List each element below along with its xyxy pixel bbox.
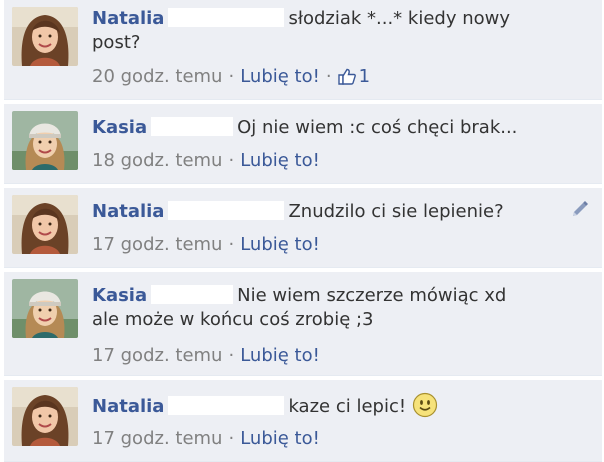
comment-body: Kasia Nie wiem szczerze mówiąc xd ale moż… <box>92 284 522 332</box>
avatar[interactable] <box>12 195 78 254</box>
comment-text: Znudzilo ci sie lepienie? <box>288 201 504 222</box>
comment-meta: 18 godz. temu · Lubię to! <box>92 150 320 172</box>
separator: · <box>228 345 235 366</box>
comment-author[interactable]: Natalia <box>92 396 164 417</box>
redacted-name <box>168 8 285 27</box>
comment-author[interactable]: Natalia <box>92 8 164 29</box>
like-link[interactable]: Lubię to! <box>240 428 320 449</box>
comment-meta: 20 godz. temu · Lubię to! · 1 <box>92 66 370 91</box>
separator: · <box>325 66 332 87</box>
comment-text: kaze ci lepic! <box>288 396 407 417</box>
comment-thread: Natalia słodziak *...* kiedy nowy post? 2… <box>0 0 604 462</box>
comment-timestamp[interactable]: 18 godz. temu <box>92 150 222 171</box>
comment-meta: 17 godz. temu · Lubię to! <box>92 428 320 450</box>
separator: · <box>228 234 235 255</box>
comment-timestamp[interactable]: 17 godz. temu <box>92 428 222 449</box>
separator: · <box>228 428 235 449</box>
thumbs-up-icon[interactable] <box>337 68 356 91</box>
avatar[interactable] <box>12 279 78 338</box>
comment-body: Kasia Oj nie wiem :c coś chęci brak... <box>92 116 562 140</box>
comment-author[interactable]: Kasia <box>92 117 147 138</box>
avatar[interactable] <box>12 111 78 170</box>
comment-timestamp[interactable]: 17 godz. temu <box>92 234 222 255</box>
smiley-emoji-icon <box>412 392 438 425</box>
like-link[interactable]: Lubię to! <box>240 345 320 366</box>
comment-body: Natalia słodziak *...* kiedy nowy post? <box>92 7 562 55</box>
redacted-name <box>168 201 285 220</box>
comment-meta: 17 godz. temu · Lubię to! <box>92 345 320 367</box>
like-link[interactable]: Lubię to! <box>240 150 320 171</box>
comment-meta: 17 godz. temu · Lubię to! <box>92 234 320 256</box>
comment: Natalia Znudzilo ci sie lepienie? 17 godz… <box>4 188 602 268</box>
comment-body: Natalia Znudzilo ci sie lepienie? <box>92 200 562 224</box>
comment-author[interactable]: Kasia <box>92 285 147 306</box>
like-link[interactable]: Lubię to! <box>240 66 320 87</box>
comment-body: Natalia kaze ci lepic! <box>92 392 562 425</box>
separator: · <box>228 150 235 171</box>
avatar[interactable] <box>12 7 78 66</box>
comment: Kasia Nie wiem szczerze mówiąc xd ale moż… <box>4 272 602 376</box>
avatar[interactable] <box>12 387 78 446</box>
comment-timestamp[interactable]: 17 godz. temu <box>92 345 222 366</box>
pencil-icon[interactable] <box>570 199 590 223</box>
redacted-name <box>168 396 285 415</box>
like-count[interactable]: 1 <box>359 66 370 87</box>
redacted-name <box>151 117 234 136</box>
comment: Natalia słodziak *...* kiedy nowy post? 2… <box>4 0 602 100</box>
comment: Kasia Oj nie wiem :c coś chęci brak... 18… <box>4 104 602 184</box>
comment-author[interactable]: Natalia <box>92 201 164 222</box>
comment-timestamp[interactable]: 20 godz. temu <box>92 66 222 87</box>
redacted-name <box>151 285 234 304</box>
separator: · <box>228 66 235 87</box>
like-link[interactable]: Lubię to! <box>240 234 320 255</box>
comment: Natalia kaze ci lepic! 17 godz. temu · Lubi… <box>4 380 602 462</box>
comment-text: Oj nie wiem :c coś chęci brak... <box>237 117 518 138</box>
